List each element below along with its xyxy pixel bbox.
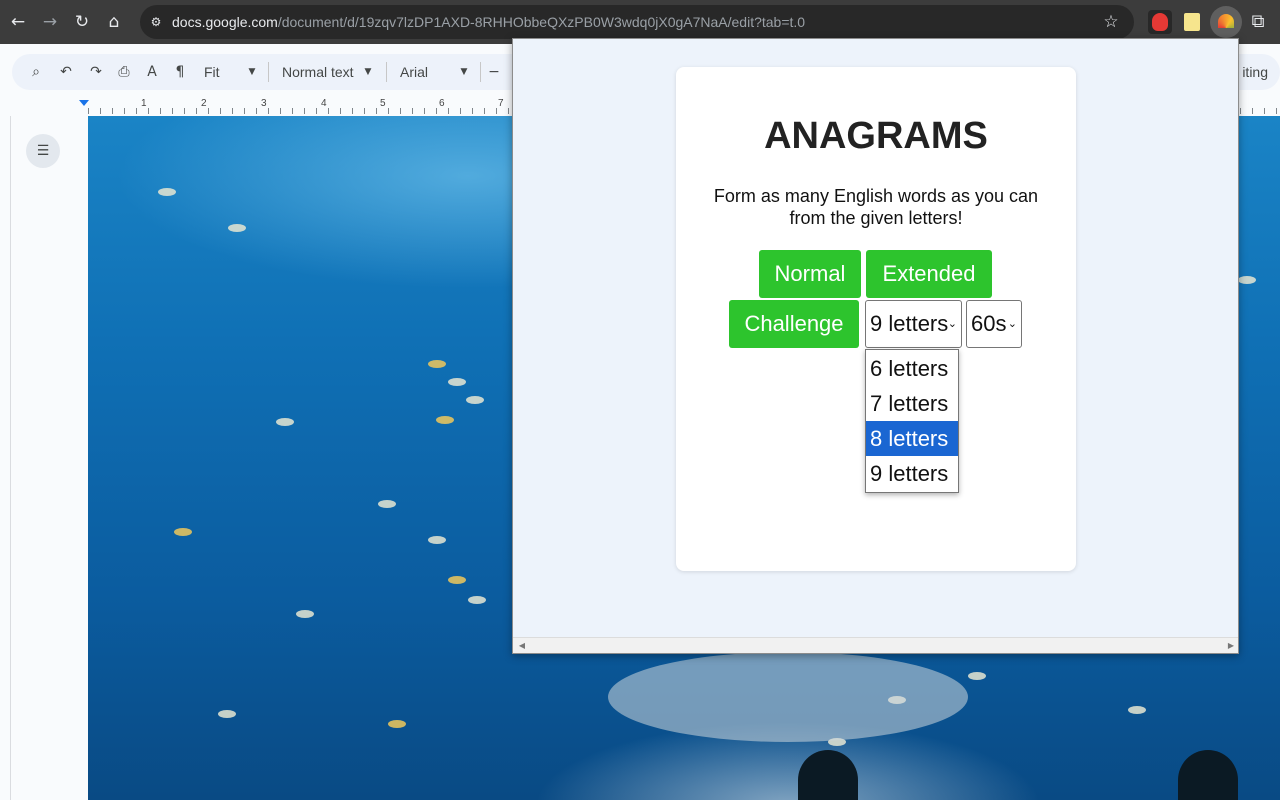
ruler-number: 7: [498, 98, 504, 109]
toolbar-divider: [268, 62, 269, 82]
ruler-number: 6: [439, 98, 445, 109]
time-select[interactable]: 60s ⌄: [966, 300, 1022, 348]
chevron-down-icon[interactable]: ▼: [246, 58, 258, 86]
fish-shape: [158, 188, 176, 196]
search-menus-icon[interactable]: ⌕: [24, 58, 48, 86]
game-title: ANAGRAMS: [764, 115, 988, 157]
rainbow-extension-icon[interactable]: [1210, 6, 1242, 38]
url-host: docs.google.com: [172, 14, 278, 30]
bookmark-star-icon[interactable]: ☆: [1100, 11, 1122, 33]
editing-mode-label[interactable]: iting: [1242, 54, 1268, 90]
decrease-font-size-icon[interactable]: −: [486, 58, 502, 86]
url-path: /document/d/19zqv7lzDP1AXD-8RHHObbeQXzPB…: [277, 14, 806, 30]
fish-shape: [448, 576, 466, 584]
fish-shape: [428, 536, 446, 544]
toolbar-divider: [386, 62, 387, 82]
time-select-value: 60s: [971, 311, 1007, 336]
letters-select-value: 9 letters: [870, 311, 949, 336]
forward-icon[interactable]: →: [36, 8, 64, 36]
chevron-down-icon: ⌄: [947, 317, 957, 330]
document-outline-panel: ☰: [10, 116, 88, 800]
back-icon[interactable]: ←: [4, 8, 32, 36]
visitor-silhouette: [798, 750, 858, 800]
toolbar-divider: [480, 62, 481, 82]
fish-shape: [968, 672, 986, 680]
fish-shape: [436, 416, 454, 424]
font-select[interactable]: Arial: [400, 58, 448, 86]
challenge-mode-button[interactable]: Challenge: [729, 300, 859, 348]
letters-option[interactable]: 9 letters: [866, 456, 958, 491]
chevron-down-icon[interactable]: ▼: [458, 58, 470, 86]
fish-shape: [448, 378, 466, 386]
fish-shape: [1128, 706, 1146, 714]
game-card: ANAGRAMS Form as many English words as y…: [676, 67, 1076, 571]
fish-shape: [276, 418, 294, 426]
ruler-number: 5: [380, 98, 386, 109]
whale-shark-shape: [608, 652, 968, 742]
ruler-number: 3: [261, 98, 267, 109]
extensions-puzzle-icon[interactable]: ⧉: [1244, 8, 1272, 36]
ruler-number: 4: [321, 98, 327, 109]
chevron-down-icon: ⌄: [1007, 317, 1017, 330]
spellcheck-icon[interactable]: A: [140, 58, 164, 86]
home-icon[interactable]: ⌂: [100, 8, 128, 36]
fish-shape: [468, 596, 486, 604]
fish-shape: [1238, 276, 1256, 284]
reload-icon[interactable]: ↻: [68, 8, 96, 36]
game-subtitle: Form as many English words as you can fr…: [713, 186, 1039, 228]
fish-shape: [296, 610, 314, 618]
letters-select[interactable]: 9 letters ⌄: [865, 300, 962, 348]
chevron-down-icon[interactable]: ▼: [362, 58, 374, 86]
outline-list-icon[interactable]: ☰: [26, 134, 60, 168]
visitor-silhouette: [1178, 750, 1238, 800]
notes-extension-icon[interactable]: [1180, 10, 1204, 34]
anagrams-extension-popup: ANAGRAMS Form as many English words as y…: [512, 38, 1239, 654]
ruler-number: 1: [141, 98, 147, 109]
indent-marker[interactable]: [79, 100, 89, 106]
fish-shape: [378, 500, 396, 508]
horizontal-scrollbar[interactable]: ◀ ▶: [513, 637, 1238, 653]
scroll-left-icon[interactable]: ◀: [515, 638, 529, 653]
fish-shape: [388, 720, 406, 728]
redo-icon[interactable]: ↷: [84, 58, 108, 86]
style-select[interactable]: Normal text: [282, 58, 366, 86]
extensions-area: [1142, 6, 1242, 38]
letters-option[interactable]: 6 letters: [866, 351, 958, 386]
address-bar[interactable]: ⚙ docs.google.com/document/d/19zqv7lzDP1…: [140, 5, 1134, 39]
extended-mode-button[interactable]: Extended: [866, 250, 992, 298]
scroll-right-icon[interactable]: ▶: [1224, 638, 1238, 653]
print-icon[interactable]: ⎙: [112, 58, 136, 86]
fish-shape: [428, 360, 446, 368]
url-text[interactable]: docs.google.com/document/d/19zqv7lzDP1AX…: [172, 5, 805, 39]
normal-mode-button[interactable]: Normal: [759, 250, 861, 298]
letters-dropdown-list: 6 letters 7 letters 8 letters 9 letters: [865, 349, 959, 493]
paint-format-icon[interactable]: ¶: [168, 58, 192, 86]
undo-icon[interactable]: ↶: [54, 58, 78, 86]
ruler-number: 2: [201, 98, 207, 109]
fish-shape: [228, 224, 246, 232]
fish-shape: [218, 710, 236, 718]
letters-option-highlighted[interactable]: 8 letters: [866, 421, 958, 456]
zoom-select[interactable]: Fit: [204, 58, 244, 86]
red-hand-extension-icon[interactable]: [1148, 10, 1172, 34]
fish-shape: [174, 528, 192, 536]
fish-shape: [466, 396, 484, 404]
letters-option[interactable]: 7 letters: [866, 386, 958, 421]
site-settings-icon[interactable]: ⚙: [146, 12, 166, 32]
